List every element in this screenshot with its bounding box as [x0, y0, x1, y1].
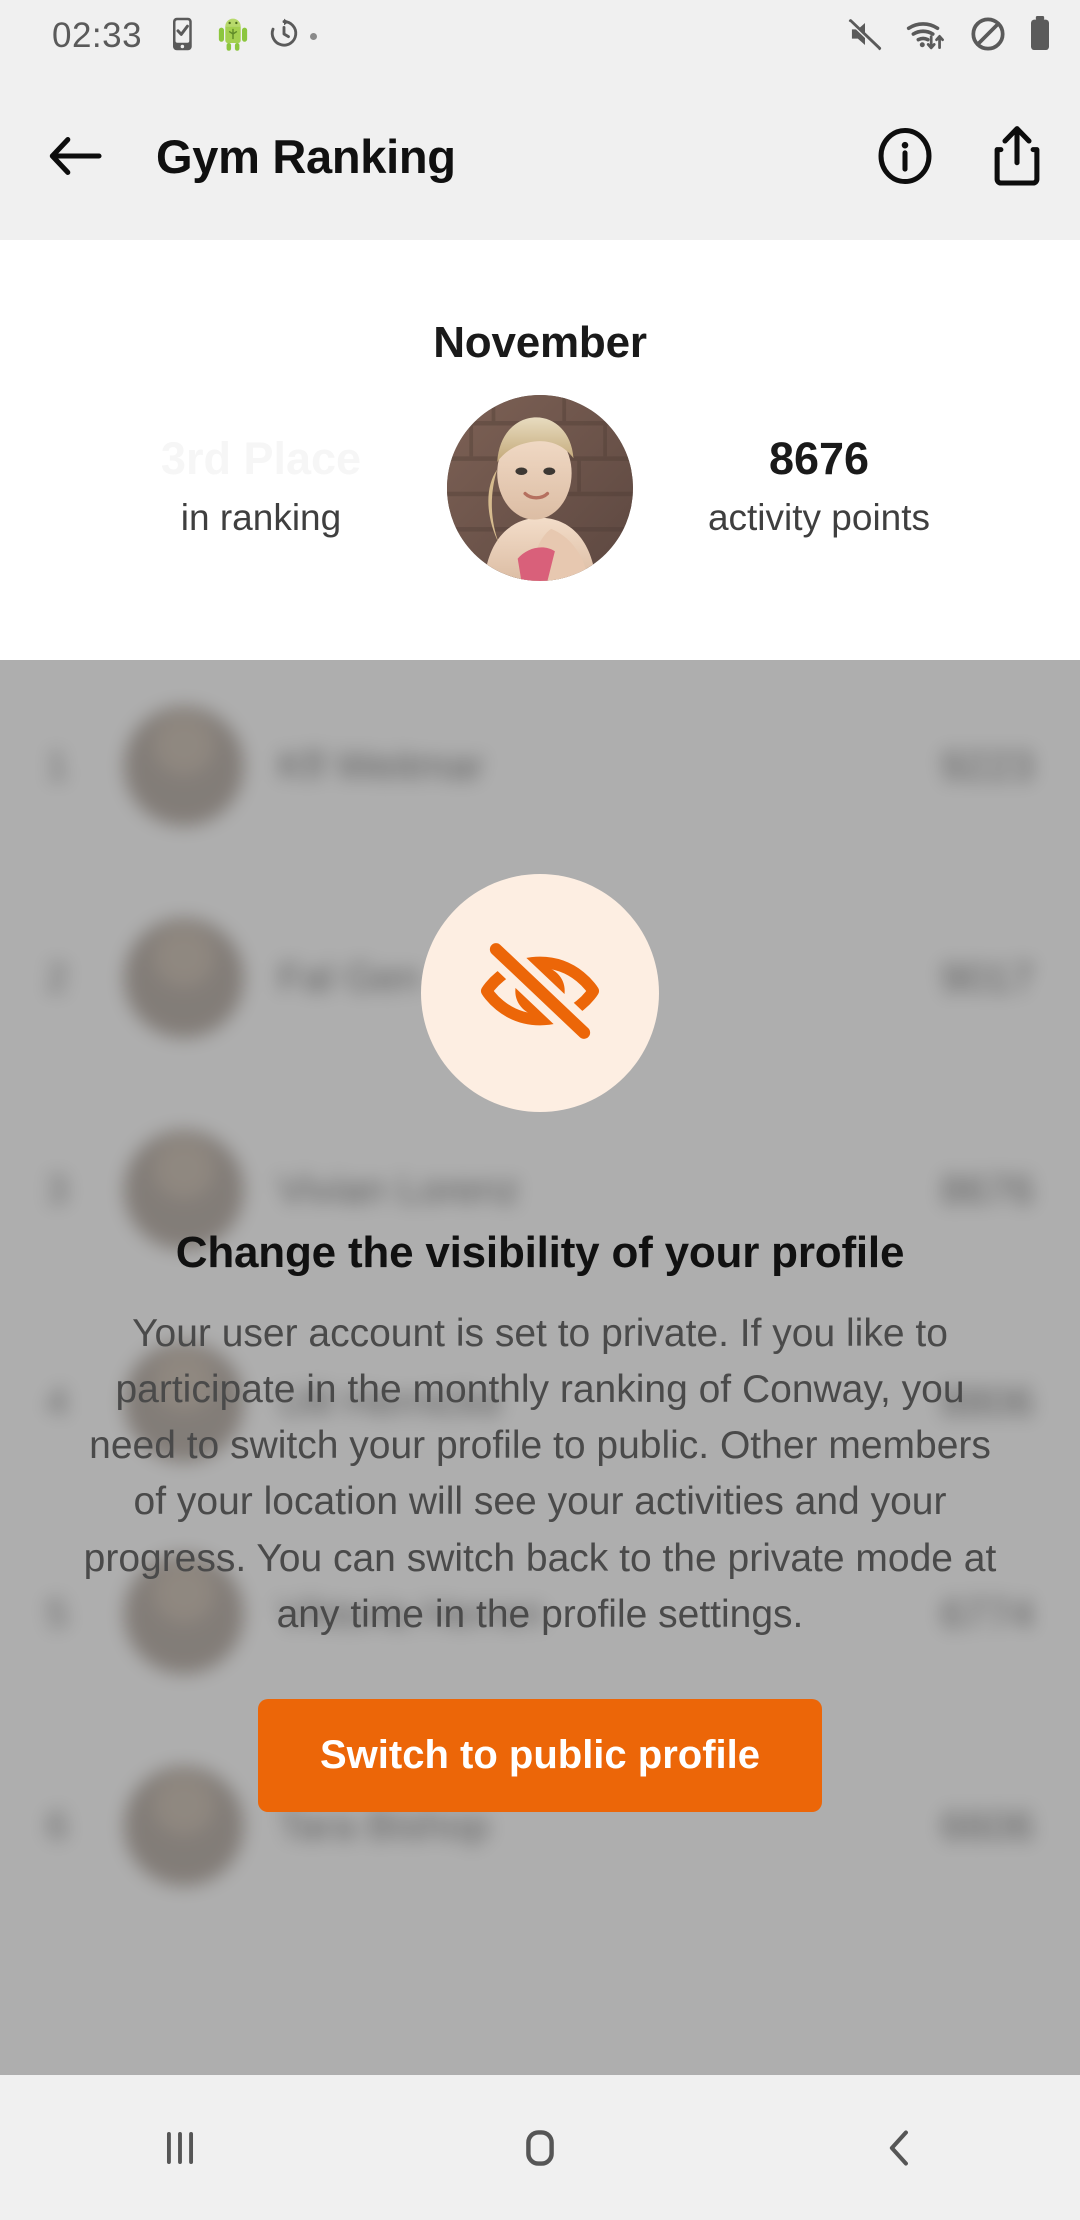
- home-icon[interactable]: [450, 2075, 630, 2220]
- switch-to-public-profile-button[interactable]: Switch to public profile: [258, 1698, 822, 1812]
- place-label: in ranking: [180, 496, 342, 538]
- back-chevron-icon[interactable]: [810, 2075, 990, 2220]
- page-title: Gym Ranking: [156, 129, 456, 183]
- app-bar: Gym Ranking: [0, 72, 1080, 240]
- modal-title: Change the visibility of your profile: [175, 1228, 905, 1277]
- summary-row: 3rd Place in ranking 8676 activity point…: [0, 395, 1080, 581]
- wifi-transfer-icon: [906, 17, 948, 56]
- avatar[interactable]: [447, 395, 633, 581]
- activity-points-block: 8676 activity points: [639, 432, 999, 545]
- place-value: 3rd Place: [160, 432, 362, 484]
- android-figure-icon: [216, 16, 250, 57]
- alarm-history-icon: [268, 17, 300, 56]
- points-label: activity points: [707, 496, 931, 538]
- battery-icon: [1028, 15, 1052, 57]
- info-circle-icon[interactable]: [876, 127, 934, 185]
- summary-panel: November 3rd Place in ranking 8676 activ…: [0, 240, 1080, 660]
- status-bar-overflow-dot: [310, 32, 318, 40]
- eye-off-icon: [474, 934, 606, 1050]
- back-button[interactable]: [48, 133, 104, 179]
- mute-icon: [846, 17, 884, 56]
- do-not-disturb-icon: [970, 16, 1006, 57]
- month-label: November: [433, 318, 647, 367]
- modal-body-text: Your user account is set to private. If …: [83, 1312, 997, 1636]
- status-bar-notification-icons: [168, 16, 300, 57]
- status-bar-system-icons: [846, 15, 1052, 57]
- status-bar-clock: 02:33: [52, 16, 143, 55]
- points-value: 8676: [768, 432, 870, 484]
- sim-card-check-icon: [168, 16, 198, 57]
- status-bar: 02:33: [0, 0, 1080, 72]
- app-bar-actions: [876, 126, 1044, 186]
- recents-icon[interactable]: [90, 2075, 270, 2220]
- modal-icon-badge: [421, 874, 659, 1112]
- system-nav-bar: [0, 2075, 1080, 2220]
- avatar-photo: [447, 395, 633, 581]
- share-icon[interactable]: [990, 126, 1044, 186]
- ranking-position-block: 3rd Place in ranking: [81, 432, 441, 545]
- visibility-modal: Change the visibility of your profile Yo…: [0, 660, 1080, 2075]
